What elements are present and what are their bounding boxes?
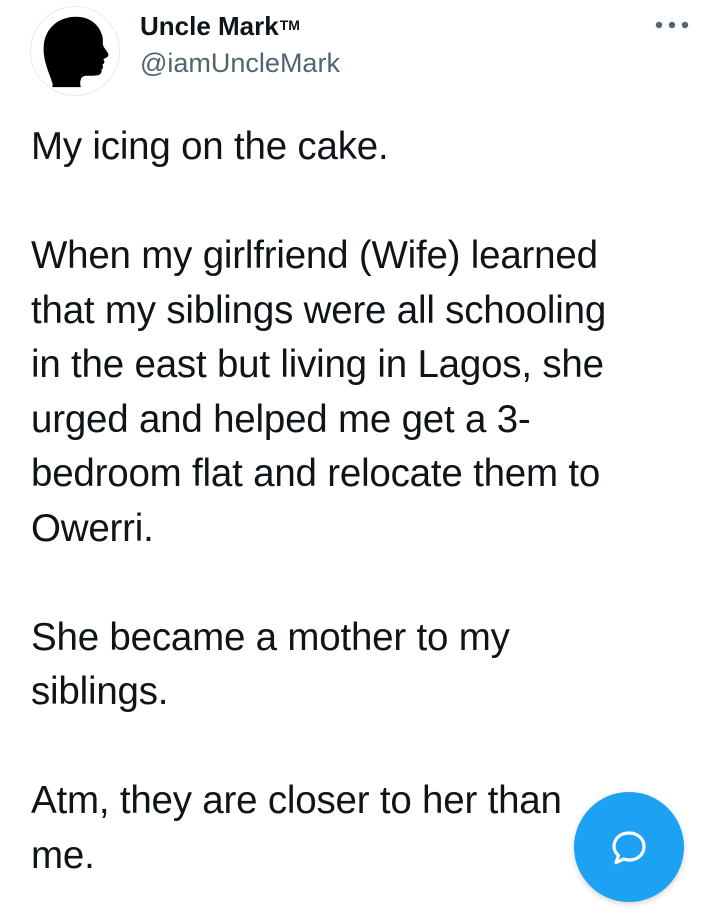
avatar[interactable] xyxy=(30,6,120,96)
trademark-mark: TM xyxy=(279,17,300,33)
more-options-button[interactable] xyxy=(652,12,692,38)
display-name-text: Uncle Mark xyxy=(140,11,279,41)
user-handle[interactable]: @iamUncleMark xyxy=(140,46,340,80)
more-dots-icon xyxy=(655,21,689,29)
reply-bubble-icon xyxy=(612,831,646,865)
tweet-paragraph: My icing on the cake. xyxy=(31,125,389,168)
reply-button[interactable] xyxy=(574,792,684,902)
tweet-paragraph: When my girlfriend (Wife) learned that m… xyxy=(31,234,607,550)
silhouette-profile-icon xyxy=(43,16,109,88)
tweet-text: My icing on the cake. When my girlfriend… xyxy=(31,120,691,883)
tweet-paragraph: She became a mother to my siblings. xyxy=(31,615,510,714)
display-name[interactable]: Uncle MarkTM xyxy=(140,10,300,42)
